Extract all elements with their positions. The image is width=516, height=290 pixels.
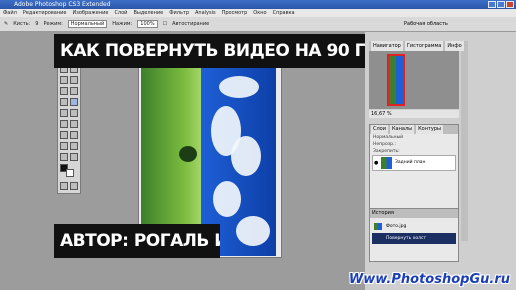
menu-file[interactable]: Файл: [3, 9, 17, 17]
navigator-tabs: Навигатор Гистограмма Инфо: [369, 41, 464, 51]
tab-histogram[interactable]: Гистограмма: [404, 41, 444, 51]
history-item[interactable]: Фото.jpg: [372, 221, 456, 232]
history-item-label: Фото.jpg: [386, 224, 407, 229]
history-brush-icon[interactable]: [70, 109, 78, 117]
mode-select[interactable]: Нормальный: [67, 20, 108, 28]
lock-label: Закрепить:: [373, 149, 400, 154]
history-item[interactable]: Повернуть холст: [372, 233, 456, 244]
history-item-label: Повернуть холст: [386, 236, 427, 241]
workspace-select[interactable]: Рабочая область: [404, 18, 458, 30]
autoerase-checkbox[interactable]: ☐: [163, 21, 167, 27]
eye-icon[interactable]: ●: [374, 156, 378, 170]
menu-help[interactable]: Справка: [273, 9, 295, 17]
stamp-tool-icon[interactable]: [60, 109, 68, 117]
background-color-swatch[interactable]: [66, 169, 74, 177]
close-button[interactable]: [506, 1, 514, 8]
menu-window[interactable]: Окно: [253, 9, 266, 17]
wand-tool-icon[interactable]: [70, 76, 78, 84]
layer-name: Задний план: [395, 160, 426, 165]
maximize-button[interactable]: [497, 1, 505, 8]
autoerase-label: Автостирание: [172, 21, 210, 27]
tab-navigator[interactable]: Навигатор: [371, 41, 403, 51]
window-controls: [488, 1, 514, 8]
screen-mode-icon[interactable]: [70, 182, 78, 190]
layers-panel: Слои Каналы Контуры Нормальный Непрозр.:…: [369, 124, 459, 212]
brush-label: Кисть:: [13, 21, 31, 27]
tab-channels[interactable]: Каналы: [390, 125, 415, 134]
gradient-tool-icon[interactable]: [70, 120, 78, 128]
mode-label: Режим:: [43, 21, 63, 27]
menu-select[interactable]: Выделение: [133, 9, 163, 17]
menu-image[interactable]: Изображение: [72, 9, 108, 17]
menu-edit[interactable]: Редактирование: [23, 9, 67, 17]
layer-row[interactable]: ● Задний план: [372, 155, 456, 171]
window-title: Adobe Photoshop CS3 Extended: [14, 1, 111, 8]
dodge-tool-icon[interactable]: [70, 131, 78, 139]
menu-filter[interactable]: Фильтр: [169, 9, 189, 17]
slice-tool-icon[interactable]: [70, 87, 78, 95]
pen-tool-icon[interactable]: [60, 142, 68, 150]
navigator-view-box[interactable]: [387, 54, 405, 106]
brush-icon[interactable]: ✎: [4, 21, 8, 27]
menu-bar: Файл Редактирование Изображение Слой Выд…: [0, 9, 516, 17]
pressure-label: Нажим:: [112, 21, 133, 27]
menu-analysis[interactable]: Analysis: [195, 9, 216, 17]
title-bar: Adobe Photoshop CS3 Extended: [0, 0, 516, 9]
navigator-preview[interactable]: [369, 51, 459, 109]
layer-thumbnail: [381, 157, 392, 169]
zoom-level[interactable]: 16,67 %: [369, 110, 459, 118]
blur-tool-icon[interactable]: [60, 131, 68, 139]
minimize-button[interactable]: [488, 1, 496, 8]
author-banner: АВТОР: РОГАЛЬ ИВАН: [54, 224, 220, 258]
path-select-icon[interactable]: [60, 153, 68, 161]
brush-size[interactable]: 9: [35, 21, 38, 27]
type-tool-icon[interactable]: [70, 142, 78, 150]
brush-tool-icon[interactable]: [70, 98, 78, 106]
tab-paths[interactable]: Контуры: [416, 125, 443, 134]
title-banner: КАК ПОВЕРНУТЬ ВИДЕО НА 90 ГРАДУСОВ: [54, 34, 376, 68]
history-snapshot-icon: [374, 223, 382, 230]
menu-layer[interactable]: Слой: [114, 9, 127, 17]
toolbox: [57, 60, 81, 194]
tab-history[interactable]: История: [370, 209, 458, 218]
shape-tool-icon[interactable]: [70, 153, 78, 161]
panel-icon-strip: [461, 41, 468, 241]
tab-layers[interactable]: Слои: [371, 125, 388, 134]
pressure-field[interactable]: 100%: [137, 20, 158, 28]
lasso-tool-icon[interactable]: [60, 76, 68, 84]
site-watermark: Www.PhotoshopGu.ru: [348, 272, 510, 287]
quick-mask-icon[interactable]: [60, 182, 68, 190]
tab-info[interactable]: Инфо: [445, 41, 464, 51]
opacity-label: Непрозр.:: [373, 142, 396, 147]
history-panel: История Фото.jpg Повернуть холст: [369, 208, 459, 262]
crop-tool-icon[interactable]: [60, 87, 68, 95]
menu-view[interactable]: Просмотр: [222, 9, 248, 17]
blend-mode-select[interactable]: Нормальный: [370, 134, 458, 141]
healing-tool-icon[interactable]: [60, 98, 68, 106]
tree: [179, 146, 197, 162]
eraser-tool-icon[interactable]: [60, 120, 68, 128]
